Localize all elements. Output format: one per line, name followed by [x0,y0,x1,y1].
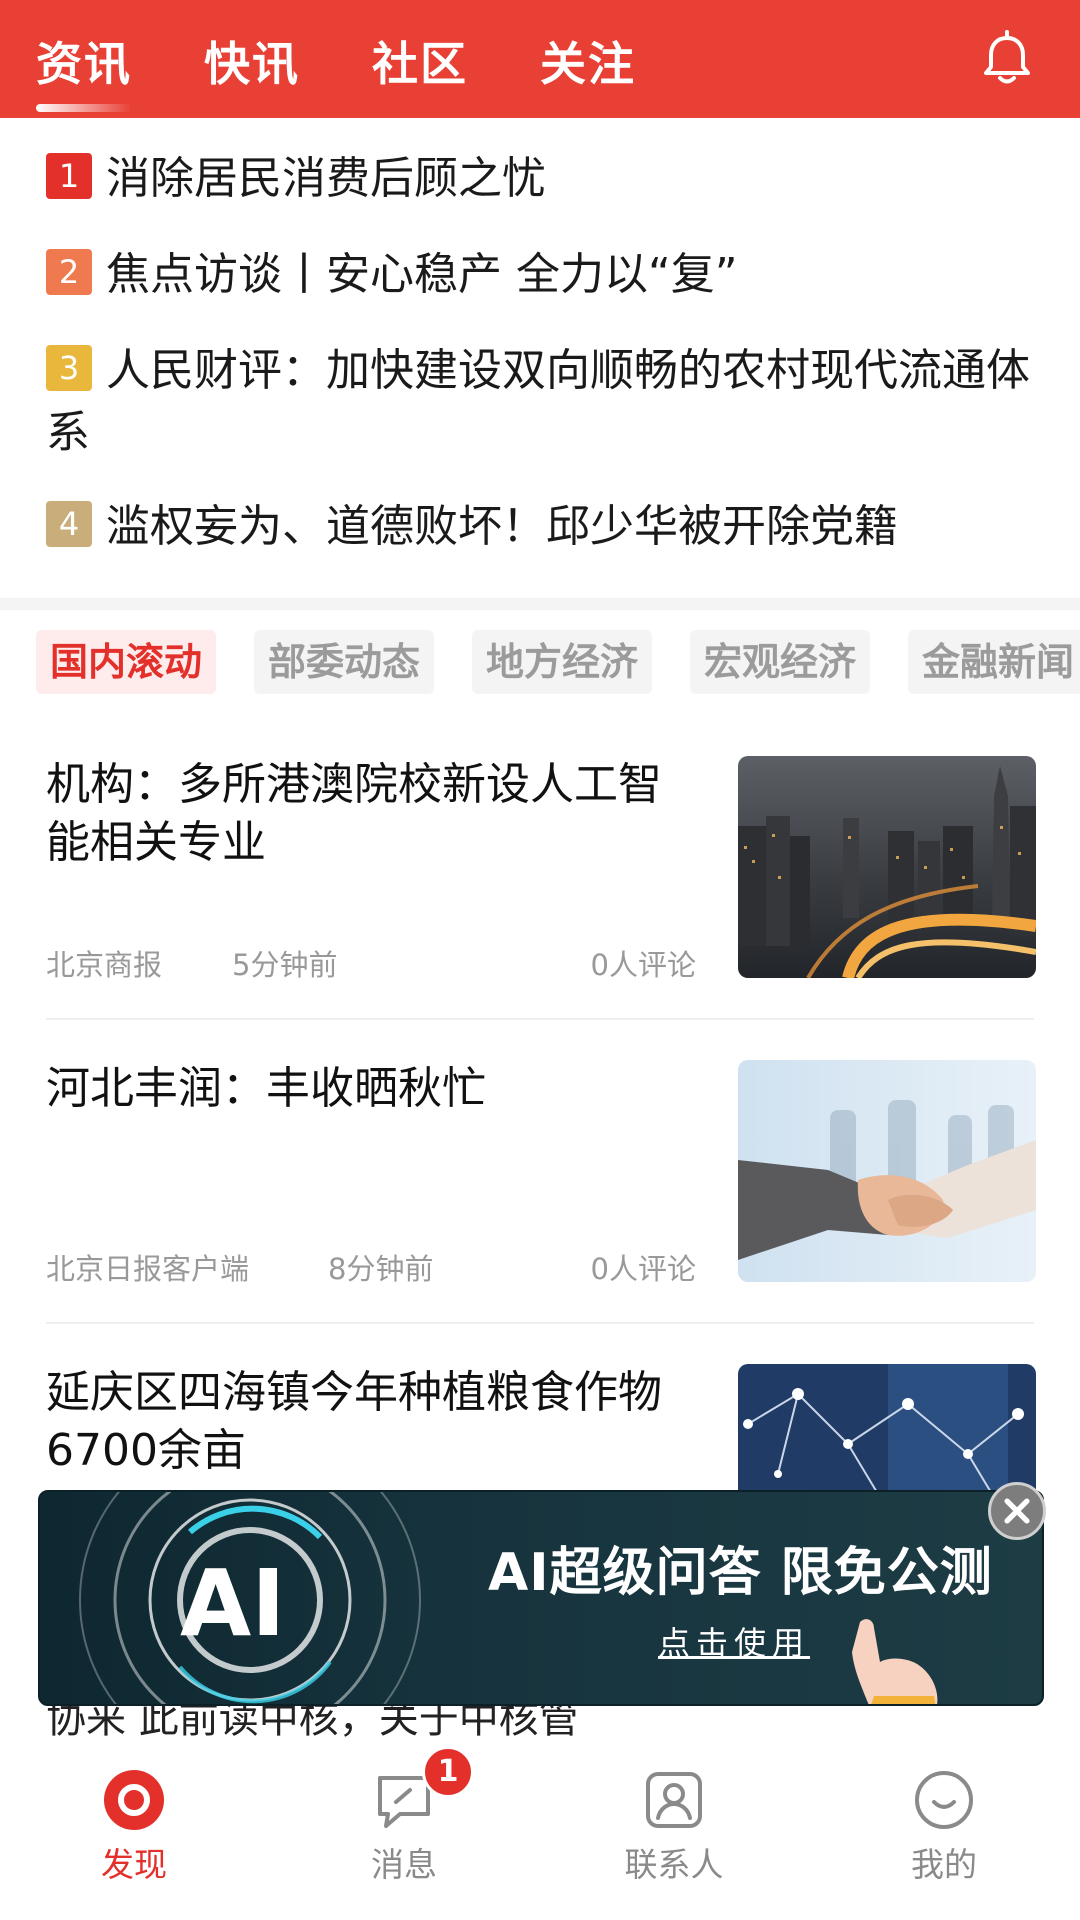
hot-item[interactable]: 3 人民财评：加快建设双向顺畅的农村现代流通体系 [46,340,1036,464]
tab-flash[interactable]: 快讯 [204,28,300,94]
hot-item-title: 人民财评：加快建设双向顺畅的农村现代流通体系 [46,345,1030,458]
profile-icon [915,1771,973,1829]
rank-badge: 3 [46,345,92,391]
hot-item-title: 消除居民消费后顾之忧 [106,153,546,204]
article-time: 8分钟前 [328,1252,434,1286]
tab-follow[interactable]: 关注 [540,28,636,94]
bell-icon[interactable] [980,30,1034,86]
hot-item[interactable]: 2 焦点访谈丨安心稳产 全力以“复” [46,244,1036,306]
rank-badge: 4 [46,501,92,547]
discover-icon [104,1770,164,1830]
article-comments: 0人评论 [590,1252,696,1286]
article-comments: 0人评论 [590,948,696,982]
article-title: 河北丰润：丰收晒秋忙 [46,1063,486,1114]
close-icon[interactable] [988,1482,1046,1540]
ad-banner[interactable]: AI AI超级问答 限免公测 点击使用 [38,1490,1044,1706]
list-separator [46,1322,1034,1324]
article-thumbnail [738,756,1036,978]
nav-messages[interactable]: 1 消息 [324,1746,484,1886]
section-divider [0,598,1080,610]
nav-discover[interactable]: 发现 [54,1768,214,1886]
article-source: 北京商报 [46,948,163,982]
category-chip-ministries[interactable]: 部委动态 [254,630,435,694]
top-nav-bar: 资讯 快讯 社区 关注 [0,0,1080,118]
nav-contacts[interactable]: 联系人 [594,1768,754,1886]
article-source: 北京日报客户端 [46,1252,250,1286]
article-title: 机构：多所港澳院校新设人工智能相关专业 [46,759,662,868]
article-item[interactable]: 河北丰润：丰收晒秋忙 北京日报客户端 8分钟前 0人评论 [46,1060,1036,1286]
hot-item[interactable]: 4 滥权妄为、道德败坏！邱少华被开除党籍 [46,496,1036,558]
tab-community[interactable]: 社区 [372,28,468,94]
hot-item[interactable]: 1 消除居民消费后顾之忧 [46,148,1036,210]
category-chip-domestic[interactable]: 国内滚动 [36,630,217,694]
unread-badge: 1 [422,1746,474,1798]
nav-label: 消息 [371,1845,437,1884]
category-chip-macro-economy[interactable]: 宏观经济 [690,630,871,694]
ad-headline: AI超级问答 限免公测 [488,1543,993,1603]
hot-news-list: 1 消除居民消费后顾之忧 2 焦点访谈丨安心稳产 全力以“复” 3 人民财评：加快建设… [0,118,1080,598]
rank-badge: 2 [46,249,92,295]
hot-item-title: 焦点访谈丨安心稳产 全力以“复” [106,249,738,300]
ad-cta-link[interactable]: 点击使用 [658,1618,810,1664]
rank-badge: 1 [46,153,92,199]
list-separator [46,1018,1034,1020]
tab-news[interactable]: 资讯 [36,28,132,112]
article-item[interactable]: 机构：多所港澳院校新设人工智能相关专业 北京商报 5分钟前 0人评论 [46,756,1036,982]
category-tabs: 国内滚动 部委动态 地方经济 宏观经济 金融新闻 [0,630,1080,700]
nav-label: 我的 [911,1845,977,1884]
category-chip-local-economy[interactable]: 地方经济 [472,630,653,694]
article-thumbnail [738,1060,1036,1282]
nav-label: 联系人 [624,1845,724,1884]
hot-item-title: 滥权妄为、道德败坏！邱少华被开除党籍 [106,501,898,552]
pointing-hand-icon [852,1619,938,1704]
article-title: 延庆区四海镇今年种植粮食作物6700余亩 [46,1367,662,1476]
nav-label: 发现 [101,1845,167,1884]
ai-logo-text: AI [180,1550,286,1657]
contacts-icon [646,1772,702,1828]
article-time: 5分钟前 [232,948,338,982]
nav-profile[interactable]: 我的 [864,1768,1024,1886]
category-chip-finance[interactable]: 金融新闻 [908,630,1080,694]
bottom-nav: 发现 1 消息 联系人 我的 [0,1738,1080,1920]
